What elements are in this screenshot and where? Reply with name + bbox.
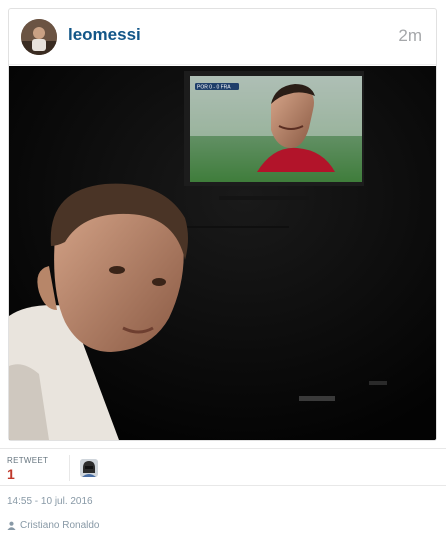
post-photo: POR 0 - 0 FRA bbox=[9, 66, 436, 440]
tv-screen: POR 0 - 0 FRA bbox=[190, 76, 362, 182]
stats-divider bbox=[69, 455, 70, 481]
profile-photo-icon bbox=[21, 19, 57, 55]
user-avatar-icon bbox=[80, 459, 98, 477]
post-timestamp: 2m bbox=[398, 26, 422, 45]
avatar[interactable] bbox=[21, 19, 57, 55]
retweet-count[interactable]: 1 bbox=[7, 466, 15, 482]
location-label: Cristiano Ronaldo bbox=[20, 520, 100, 531]
instagram-post-card: leomessi 2m POR 0 - 0 FRA bbox=[8, 8, 437, 441]
tv-scoreboard: POR 0 - 0 FRA bbox=[197, 85, 231, 91]
tweet-date[interactable]: 14:55 - 10 jul. 2016 bbox=[7, 496, 93, 507]
post-header: leomessi 2m bbox=[9, 9, 436, 65]
person-icon bbox=[7, 521, 16, 530]
retweet-label: RETWEET bbox=[7, 456, 49, 465]
username-link[interactable]: leomessi bbox=[68, 25, 141, 45]
retweeter-avatar[interactable] bbox=[80, 459, 98, 477]
tweet-location[interactable]: Cristiano Ronaldo bbox=[7, 520, 100, 531]
retweet-stats-bar: RETWEET 1 bbox=[0, 448, 446, 486]
